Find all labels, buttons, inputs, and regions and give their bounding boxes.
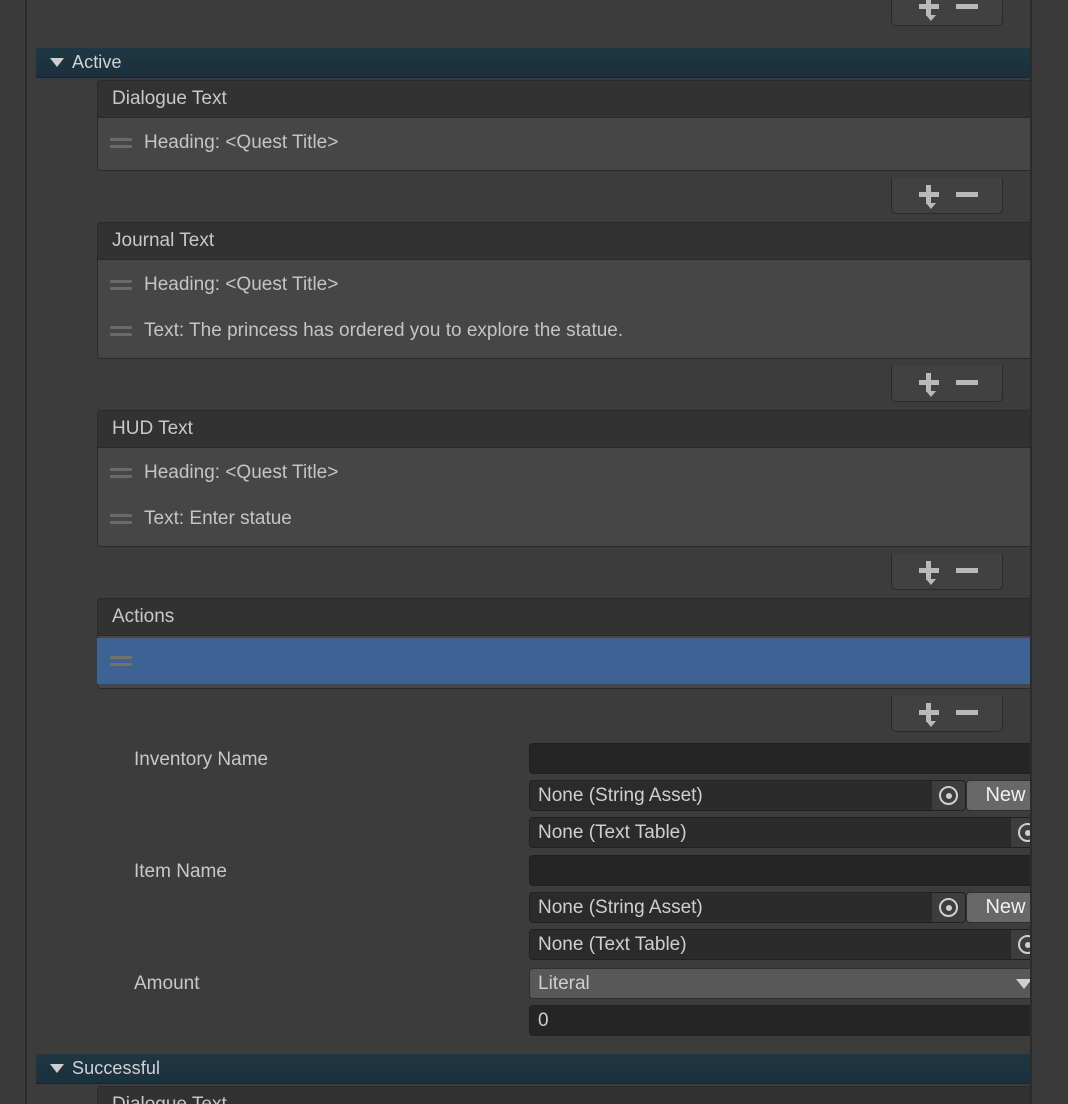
list-successful-dialogue-text: Dialogue Text <box>97 1086 1051 1104</box>
list-actions: Actions <box>97 598 1051 689</box>
item-name-text-table-field[interactable]: None (Text Table) <box>529 929 1045 960</box>
drag-handle-icon[interactable] <box>110 136 132 150</box>
list-header-label: HUD Text <box>112 418 193 439</box>
list-item[interactable]: Heading: <Quest Title> <box>98 120 1050 166</box>
foldout-successful-label: Successful <box>72 1058 161 1078</box>
inventory-name-string-asset-value: None (String Asset) <box>538 784 703 806</box>
list-footer-dialogue-text <box>891 178 1003 214</box>
drag-handle-icon[interactable] <box>110 324 132 338</box>
item-name-new-label: New <box>985 896 1026 918</box>
list-body: Heading: <Quest Title> Text: Enter statu… <box>97 448 1051 547</box>
list-header: Dialogue Text <box>97 1086 1051 1104</box>
foldout-active[interactable]: Active <box>36 48 1030 78</box>
inspector-window: Active Dialogue Text Heading: <Quest Tit… <box>0 0 1068 1104</box>
list-item-label: Text: Enter statue <box>144 508 292 529</box>
inventory-name-input[interactable] <box>529 743 1045 774</box>
list-header: HUD Text <box>97 410 1051 448</box>
inventory-name-label: Inventory Name <box>134 749 269 770</box>
list-item-label: Heading: <Quest Title> <box>144 274 339 295</box>
list-journal-text: Journal Text Heading: <Quest Title> Text… <box>97 222 1051 359</box>
remove-item-button[interactable] <box>956 568 978 573</box>
item-name-input[interactable] <box>529 855 1045 886</box>
item-name-label: Item Name <box>134 861 227 882</box>
list-body: Heading: <Quest Title> Text: The princes… <box>97 260 1051 359</box>
window-left-gutter <box>0 0 25 1104</box>
list-header-label: Dialogue Text <box>112 88 227 109</box>
add-item-button[interactable] <box>916 702 942 727</box>
list-body <box>97 636 1051 689</box>
list-item[interactable]: Heading: <Quest Title> <box>98 262 1050 308</box>
inventory-name-text-table-field[interactable]: None (Text Table) <box>529 817 1045 848</box>
list-header: Journal Text <box>97 222 1051 260</box>
add-item-button[interactable] <box>916 0 942 21</box>
amount-value-input[interactable]: 0 <box>529 1005 1045 1036</box>
remove-item-button[interactable] <box>956 380 978 385</box>
list-header-label: Actions <box>112 606 175 627</box>
chevron-down-icon <box>50 1064 64 1073</box>
item-name-string-asset-value: None (String Asset) <box>538 896 703 918</box>
inventory-name-string-asset-field[interactable]: None (String Asset) <box>529 780 966 811</box>
amount-mode-dropdown[interactable]: Literal <box>529 968 1045 999</box>
remove-item-button[interactable] <box>956 4 978 9</box>
list-item-label: Text: The princess has ordered you to ex… <box>144 320 624 341</box>
amount-value: 0 <box>538 1009 549 1031</box>
list-item[interactable]: Text: The princess has ordered you to ex… <box>98 308 1050 354</box>
list-item-label: Heading: <Quest Title> <box>144 132 339 153</box>
list-item-label: Heading: <Quest Title> <box>144 462 339 483</box>
inventory-name-text-table-value: None (Text Table) <box>538 821 687 843</box>
list-header-label: Journal Text <box>112 230 215 251</box>
remove-item-button[interactable] <box>956 710 978 715</box>
foldout-active-label: Active <box>72 52 122 72</box>
list-header-label: Dialogue Text <box>98 1094 227 1104</box>
list-item[interactable]: Heading: <Quest Title> <box>98 450 1050 496</box>
drag-handle-icon[interactable] <box>110 466 132 480</box>
list-item-selected[interactable] <box>97 638 1051 684</box>
inventory-name-new-label: New <box>985 784 1026 806</box>
list-header: Actions <box>97 598 1051 636</box>
inspector-panel: Active Dialogue Text Heading: <Quest Tit… <box>27 0 1051 1104</box>
item-name-text-table-value: None (Text Table) <box>538 933 687 955</box>
remove-item-button[interactable] <box>956 192 978 197</box>
drag-handle-icon[interactable] <box>110 654 132 668</box>
add-item-button[interactable] <box>916 184 942 209</box>
item-name-string-asset-field[interactable]: None (String Asset) <box>529 892 966 923</box>
list-item[interactable]: Text: Enter statue <box>98 496 1050 542</box>
vertical-scrollbar-track[interactable] <box>1040 0 1060 1104</box>
amount-label: Amount <box>134 973 200 994</box>
list-footer-top-partial <box>891 0 1003 26</box>
object-picker-icon[interactable] <box>931 781 965 810</box>
add-item-button[interactable] <box>916 560 942 585</box>
drag-handle-icon[interactable] <box>110 512 132 526</box>
amount-mode-value: Literal <box>538 972 590 994</box>
list-footer-journal-text <box>891 366 1003 402</box>
list-body: Heading: <Quest Title> <box>97 118 1051 171</box>
list-dialogue-text: Dialogue Text Heading: <Quest Title> <box>97 80 1051 171</box>
list-footer-actions <box>891 696 1003 732</box>
chevron-down-icon <box>50 58 64 67</box>
drag-handle-icon[interactable] <box>110 278 132 292</box>
object-picker-icon[interactable] <box>931 893 965 922</box>
foldout-successful[interactable]: Successful <box>36 1054 1030 1084</box>
list-footer-hud-text <box>891 554 1003 590</box>
list-header: Dialogue Text <box>97 80 1051 118</box>
list-hud-text: HUD Text Heading: <Quest Title> Text: En… <box>97 410 1051 547</box>
add-item-button[interactable] <box>916 372 942 397</box>
